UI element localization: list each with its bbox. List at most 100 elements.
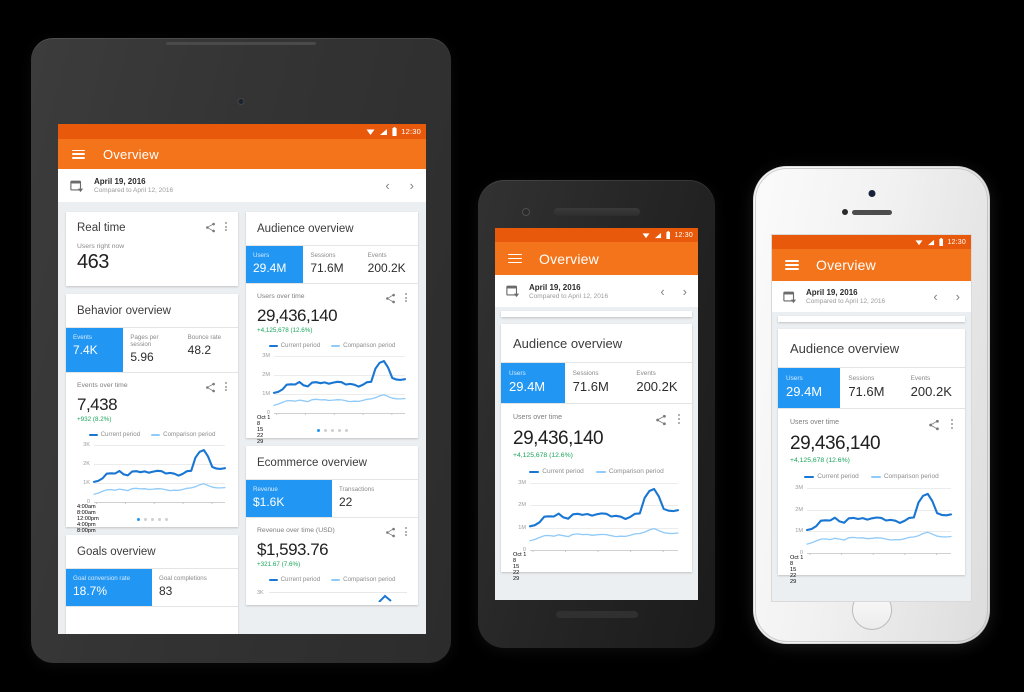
metric-events[interactable]: Events 200.2K xyxy=(628,363,692,403)
dashboard-column-left: Real time Users right now 463 Behavior o… xyxy=(66,212,238,634)
card-audience-overview[interactable]: Audience overview Users 29.4M Sessions 7… xyxy=(246,212,418,445)
dashboard-scroll-area[interactable]: Real time Users right now 463 Behavior o… xyxy=(58,202,426,634)
tablet-device: 12:30 Overview April 19, 2016 Compared t… xyxy=(31,38,451,663)
prev-period-button[interactable]: ‹ xyxy=(660,284,664,299)
metric-sessions[interactable]: Sessions 71.6M xyxy=(303,246,360,283)
card-partial-above[interactable] xyxy=(501,311,692,317)
card-real-time[interactable]: Real time Users right now 463 xyxy=(66,212,238,286)
metric-users[interactable]: Users 29.4M xyxy=(501,363,565,403)
signal-icon xyxy=(380,128,388,135)
metric-pages-per-session[interactable]: Pages per session 5.96 xyxy=(123,328,180,372)
metric-label: Revenue xyxy=(253,486,278,493)
chart-delta: +321.67 (7.6%) xyxy=(257,561,301,568)
phone-earpiece xyxy=(553,208,640,216)
date-range-text[interactable]: April 19, 2016 Compared to April 12, 201… xyxy=(529,283,651,300)
date-range-bar: April 19, 2016 Compared to April 12, 201… xyxy=(495,275,698,307)
card-title: Ecommerce overview xyxy=(257,457,367,469)
chart-legend: Current period Comparison period xyxy=(790,473,953,480)
dashboard-scroll-area[interactable]: Audience overview Users 29.4M Sessions 7… xyxy=(495,307,698,600)
chart-label: Users over time xyxy=(513,414,563,421)
prev-period-button[interactable]: ‹ xyxy=(933,289,937,304)
plot-users-over-time: 0 1M 2M 3M xyxy=(513,480,680,553)
legend-swatch xyxy=(331,344,341,347)
metric-label: Users xyxy=(786,375,803,382)
metric-label: Events xyxy=(636,370,656,377)
chart-big-value: 7,438 xyxy=(77,395,118,414)
date-range-bar: April 19, 2016 Compared to April 12, 201… xyxy=(58,169,426,202)
android-phone-device: 12:30 Overview April 19, 2016 Compared t… xyxy=(478,180,715,648)
share-icon[interactable] xyxy=(205,382,216,393)
metric-events[interactable]: Events 7.4K xyxy=(66,328,124,372)
next-period-button[interactable]: › xyxy=(683,284,687,299)
metric-users[interactable]: Users 29.4M xyxy=(778,368,841,408)
tablet-speaker xyxy=(166,42,316,45)
card-behavior-overview[interactable]: Behavior overview Events 7.4K Pages per … xyxy=(66,294,238,534)
metric-label: Events xyxy=(367,252,387,259)
date-range-text[interactable]: April 19, 2016 Compared to April 12, 201… xyxy=(806,288,924,305)
metric-value: 71.6M xyxy=(572,379,609,394)
hamburger-menu-icon[interactable] xyxy=(508,253,522,264)
legend-current: Current period xyxy=(529,468,584,475)
card-audience-overview[interactable]: Audience overview Users 29.4M Sessions 7… xyxy=(778,329,965,585)
metric-label: Sessions xyxy=(310,252,336,259)
status-bar: 12:30 xyxy=(772,235,971,249)
dashboard-scroll-area[interactable]: Audience overview Users 29.4M Sessions 7… xyxy=(772,312,971,601)
metric-sessions[interactable]: Sessions 71.6M xyxy=(565,363,629,403)
x-tick-label: 29 xyxy=(513,576,520,582)
metric-users[interactable]: Users 29.4M xyxy=(246,246,304,283)
metric-goal-conversion-rate[interactable]: Goal conversion rate 18.7% xyxy=(66,569,152,606)
date-nav: ‹ › xyxy=(933,289,960,304)
metric-label: Users xyxy=(509,370,526,377)
more-vert-icon[interactable] xyxy=(225,222,227,232)
card-title: Audience overview xyxy=(257,223,354,235)
share-icon[interactable] xyxy=(385,527,396,538)
share-icon[interactable] xyxy=(205,222,216,233)
prev-period-button[interactable]: ‹ xyxy=(385,178,389,193)
date-range-text[interactable]: April 19, 2016 Compared to April 12, 201… xyxy=(94,177,375,194)
next-period-button[interactable]: › xyxy=(956,289,960,304)
legend-comparison: Comparison period xyxy=(151,431,215,438)
calendar-icon[interactable] xyxy=(70,179,84,193)
metric-transactions[interactable]: Transactions 22 xyxy=(332,480,418,517)
legend-swatch xyxy=(804,475,815,478)
chart-legend: Current period Comparison period xyxy=(77,431,227,438)
metric-value: 71.6M xyxy=(848,384,885,399)
next-period-button[interactable]: › xyxy=(410,178,414,193)
metric-revenue[interactable]: Revenue $1.6K xyxy=(246,480,332,517)
app-bar: Overview xyxy=(58,139,426,169)
more-vert-icon[interactable] xyxy=(225,382,227,392)
card-partial-above[interactable] xyxy=(778,316,965,322)
card-audience-overview[interactable]: Audience overview Users 29.4M Sessions 7… xyxy=(501,324,692,582)
plot-events-over-time: 0 1K 2K 3K xyxy=(77,442,227,505)
share-icon[interactable] xyxy=(928,419,940,431)
more-vert-icon[interactable] xyxy=(950,419,953,429)
page-title: Overview xyxy=(816,257,876,273)
battery-icon xyxy=(939,238,944,246)
legend-current: Current period xyxy=(88,431,140,438)
hamburger-menu-icon[interactable] xyxy=(72,149,85,159)
series-line-comparison-period xyxy=(529,527,679,542)
more-vert-icon[interactable] xyxy=(405,527,407,537)
share-icon[interactable] xyxy=(385,293,396,304)
card-goals-overview[interactable]: Goals overview Goal conversion rate 18.7… xyxy=(66,535,238,634)
chart-events-over-time: Events over time 7,438 +932 (8.2%) Curre… xyxy=(66,373,238,534)
metric-events[interactable]: Events 200.2K xyxy=(903,368,965,408)
wifi-icon xyxy=(915,239,923,245)
share-icon[interactable] xyxy=(655,414,667,426)
hamburger-menu-icon[interactable] xyxy=(785,260,799,270)
more-vert-icon[interactable] xyxy=(405,293,407,303)
chart-users-over-time: Users over time 29,436,140 +4,125,678 (1… xyxy=(246,284,418,445)
series-line-current-period xyxy=(528,487,680,528)
metric-sessions[interactable]: Sessions 71.6M xyxy=(840,368,902,408)
more-vert-icon[interactable] xyxy=(677,414,680,424)
proximity-sensor-icon xyxy=(842,209,848,215)
date-range-current: April 19, 2016 xyxy=(529,282,581,292)
calendar-icon[interactable] xyxy=(783,290,797,304)
metric-bounce-rate[interactable]: Bounce rate 48.2 xyxy=(181,328,238,372)
date-nav: ‹ › xyxy=(660,284,687,299)
metric-goal-completions[interactable]: Goal completions 83 xyxy=(152,569,238,606)
calendar-icon[interactable] xyxy=(506,284,520,298)
card-ecommerce-overview[interactable]: Ecommerce overview Revenue $1.6K Transac… xyxy=(246,446,418,605)
metric-events[interactable]: Events 200.2K xyxy=(361,246,418,283)
realtime-value: 463 xyxy=(77,251,109,273)
